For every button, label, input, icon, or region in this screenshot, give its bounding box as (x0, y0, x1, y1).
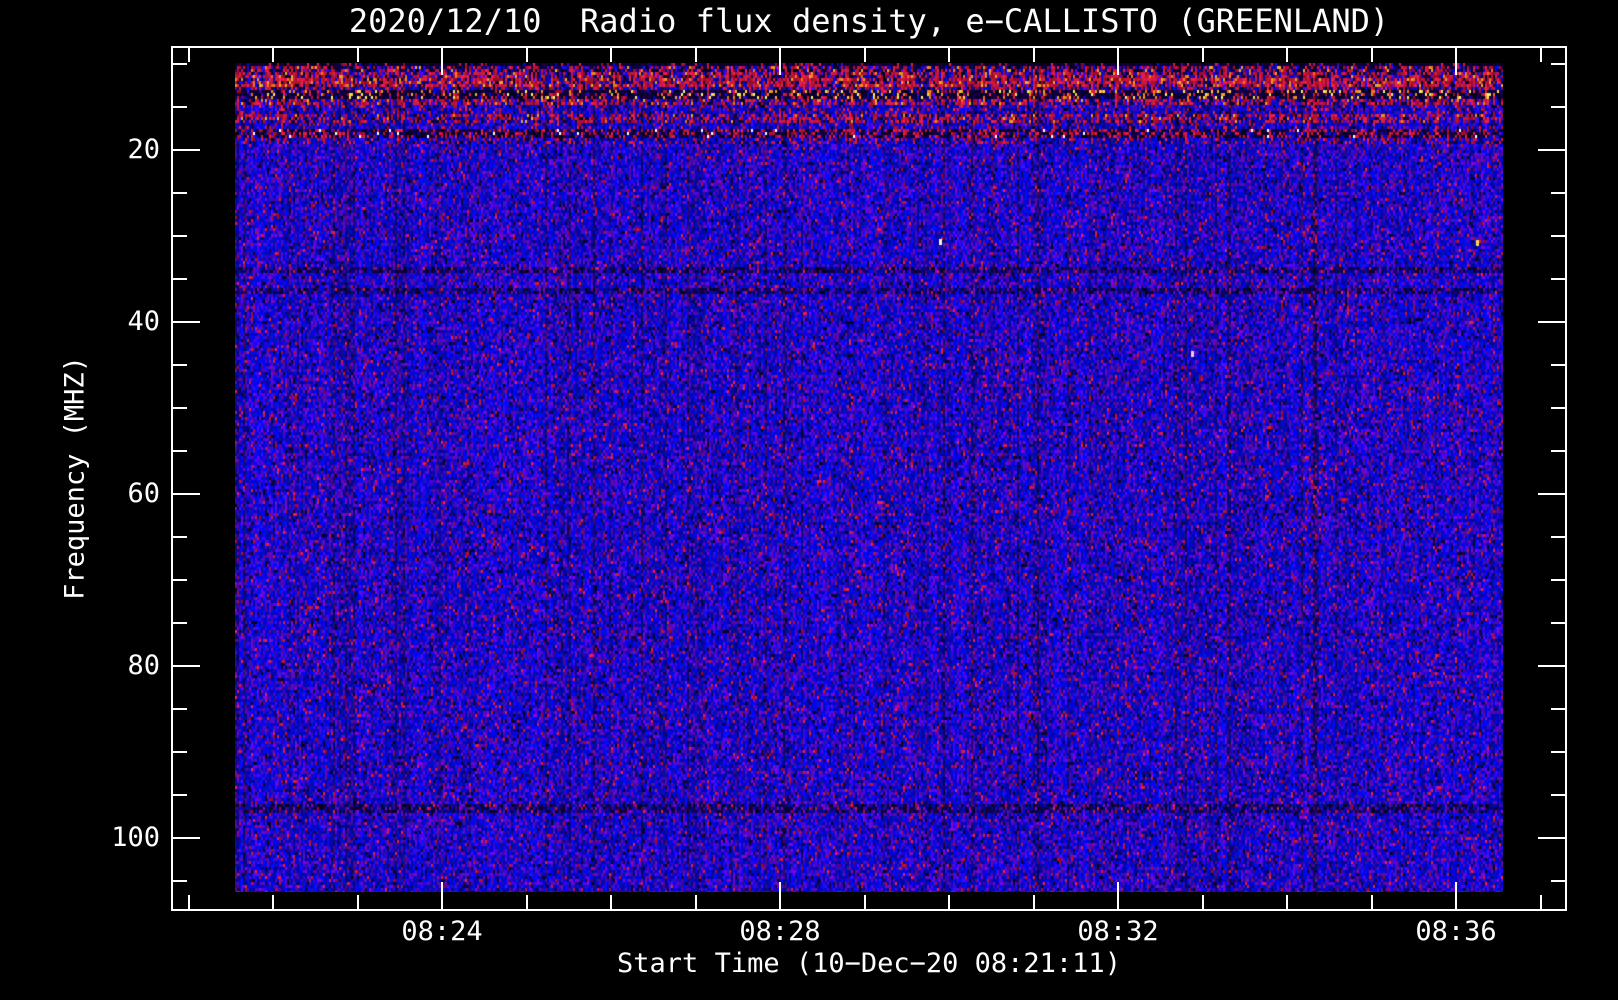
y-minor-tick (173, 192, 187, 194)
y-major-tick (173, 321, 200, 323)
x-minor-tick (1033, 48, 1035, 62)
x-minor-tick (1286, 48, 1288, 62)
y-major-tick (1538, 837, 1565, 839)
x-minor-tick (610, 895, 612, 909)
y-minor-tick (173, 235, 187, 237)
x-major-tick (1117, 48, 1119, 75)
x-major-tick (779, 48, 781, 75)
x-minor-tick (272, 895, 274, 909)
y-minor-tick (173, 364, 187, 366)
x-minor-tick (1202, 48, 1204, 62)
x-minor-tick (357, 895, 359, 909)
x-minor-tick (948, 895, 950, 909)
y-major-tick (1538, 493, 1565, 495)
y-minor-tick (1551, 751, 1565, 753)
x-major-tick (779, 882, 781, 909)
y-minor-tick (173, 106, 187, 108)
x-major-tick (1455, 48, 1457, 75)
x-minor-tick (1371, 895, 1373, 909)
x-minor-tick (272, 48, 274, 62)
x-minor-tick (864, 48, 866, 62)
y-minor-tick (1551, 278, 1565, 280)
x-minor-tick (1033, 895, 1035, 909)
y-minor-tick (1551, 880, 1565, 882)
x-minor-tick (188, 48, 190, 62)
x-major-tick (441, 882, 443, 909)
x-minor-tick (357, 48, 359, 62)
spectrogram-page: 2020/12/10 Radio flux density, e−CALLIST… (0, 0, 1618, 1000)
y-major-tick (1538, 149, 1565, 151)
y-minor-tick (1551, 192, 1565, 194)
y-minor-tick (173, 751, 187, 753)
y-major-tick (173, 837, 200, 839)
y-minor-tick (173, 880, 187, 882)
x-minor-tick (526, 895, 528, 909)
x-tick-label: 08:28 (739, 916, 821, 947)
x-major-tick (1117, 882, 1119, 909)
y-tick-label: 80 (127, 650, 160, 681)
x-minor-tick (1540, 48, 1542, 62)
plot-frame (171, 46, 1567, 911)
y-minor-tick (1551, 106, 1565, 108)
y-minor-tick (173, 622, 187, 624)
y-tick-label: 40 (127, 306, 160, 337)
x-tick-label: 08:32 (1077, 916, 1159, 947)
y-minor-tick (173, 579, 187, 581)
x-tick-label: 08:36 (1415, 916, 1497, 947)
y-minor-tick (1551, 708, 1565, 710)
x-minor-tick (695, 48, 697, 62)
x-axis-label: Start Time (10−Dec−20 08:21:11) (617, 948, 1121, 979)
y-major-tick (173, 149, 200, 151)
x-minor-tick (1371, 48, 1373, 62)
y-minor-tick (1551, 450, 1565, 452)
y-minor-tick (173, 536, 187, 538)
y-major-tick (173, 665, 200, 667)
x-major-tick (441, 48, 443, 75)
y-minor-tick (1551, 622, 1565, 624)
x-minor-tick (864, 895, 866, 909)
x-minor-tick (695, 895, 697, 909)
y-major-tick (1538, 321, 1565, 323)
chart-title: 2020/12/10 Radio flux density, e−CALLIST… (348, 2, 1390, 40)
x-minor-tick (1286, 895, 1288, 909)
y-tick-label: 20 (127, 134, 160, 165)
y-minor-tick (173, 63, 187, 65)
y-minor-tick (173, 794, 187, 796)
y-major-tick (173, 493, 200, 495)
y-minor-tick (1551, 579, 1565, 581)
x-minor-tick (526, 48, 528, 62)
y-minor-tick (173, 407, 187, 409)
x-tick-label: 08:24 (401, 916, 483, 947)
x-minor-tick (1202, 895, 1204, 909)
x-minor-tick (610, 48, 612, 62)
y-major-tick (1538, 665, 1565, 667)
y-minor-tick (1551, 794, 1565, 796)
y-minor-tick (173, 708, 187, 710)
y-tick-label: 100 (111, 822, 160, 853)
x-minor-tick (1540, 895, 1542, 909)
y-minor-tick (1551, 407, 1565, 409)
x-minor-tick (948, 48, 950, 62)
y-tick-label: 60 (127, 478, 160, 509)
y-minor-tick (1551, 235, 1565, 237)
y-minor-tick (1551, 364, 1565, 366)
y-minor-tick (1551, 536, 1565, 538)
x-major-tick (1455, 882, 1457, 909)
y-minor-tick (1551, 63, 1565, 65)
y-minor-tick (173, 278, 187, 280)
x-minor-tick (188, 895, 190, 909)
y-minor-tick (173, 450, 187, 452)
